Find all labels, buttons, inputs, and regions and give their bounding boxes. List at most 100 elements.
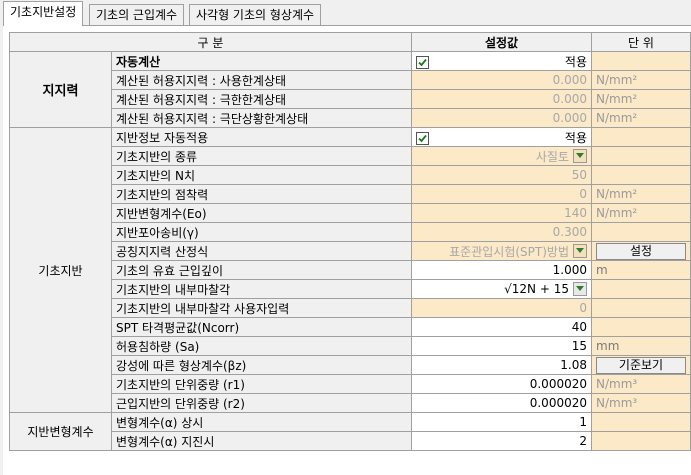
unit-cell: N/mm²: [591, 184, 691, 204]
row-label: 기초지반의 종류: [111, 146, 412, 166]
ground-auto-text: 적용: [564, 130, 587, 145]
header-value: 설정값: [411, 32, 592, 52]
dropdown-arrow-icon[interactable]: [573, 149, 587, 163]
unit-cell: [591, 146, 691, 166]
value-cell: 50: [411, 165, 592, 185]
settings-grid: 구 분 설정값 단 위 지지력 자동계산 적용 계산된 허용지지력 : 사용한계…: [9, 32, 691, 451]
view-standard-button[interactable]: 기준보기: [596, 356, 686, 374]
value-cell: 0.300: [411, 222, 592, 242]
table-row: 계산된 허용지지력 : 사용한계상태 0.000 N/mm²: [10, 70, 691, 90]
row-label: 지반포아송비(γ): [111, 222, 412, 242]
unit-cell: [591, 222, 691, 242]
tab-foundation-settings[interactable]: 기초지반설정: [3, 1, 84, 26]
settings-panel: 구 분 설정값 단 위 지지력 자동계산 적용 계산된 허용지지력 : 사용한계…: [3, 25, 691, 475]
unit-cell: [591, 165, 691, 185]
ground-auto-checkbox[interactable]: [416, 131, 429, 145]
group-deform: 지반변형계수: [9, 412, 112, 451]
row-label: 변형계수(α) 지진시: [111, 431, 412, 451]
table-row: 변형계수(α) 지진시 2: [10, 431, 691, 451]
table-row: 기초지반의 종류 사질토: [10, 146, 691, 166]
tab-bar: 기초지반설정 기초의 근입계수 사각형 기초의 형상계수: [0, 0, 691, 26]
unit-cell: N/mm³: [591, 374, 691, 394]
row-label: 강성에 따른 형상계수(βz): [111, 355, 412, 375]
check-icon: [418, 58, 427, 66]
row-label: 기초의 유효 근입깊이: [111, 260, 412, 280]
table-row: 기초지반의 점착력 0 N/mm²: [10, 184, 691, 204]
row-label: 기초지반의 단위중량 (r1): [111, 374, 412, 394]
method-select[interactable]: 표준관입시험(SPT)방법: [411, 241, 592, 261]
tab-shape-factor[interactable]: 사각형 기초의 형상계수: [189, 4, 322, 25]
table-row: 기초지반의 단위중량 (r1) 0.000020 N/mm³: [10, 374, 691, 394]
row-label: 기초지반의 점착력: [111, 184, 412, 204]
sa-input[interactable]: 15: [411, 336, 592, 356]
row-label: 지반변형계수(Eo): [111, 203, 412, 223]
table-row: 계산된 허용지지력 : 극한한계상태 0.000 N/mm²: [10, 89, 691, 109]
unit-cell: [591, 431, 691, 451]
table-row: 강성에 따른 형상계수(βz) 1.08 기준보기: [10, 355, 691, 375]
auto-calc-cell[interactable]: 적용: [411, 51, 592, 71]
table-row: 기초지반 지반정보 자동적용 적용: [9, 127, 691, 413]
dropdown-arrow-icon[interactable]: [573, 282, 587, 296]
table-row: 기초지반의 내부마찰각 사용자입력 0: [10, 298, 691, 318]
unit-cell: [591, 127, 691, 147]
header-unit: 단 위: [591, 32, 691, 52]
table-row: 기초의 유효 근입깊이 1.000 m: [10, 260, 691, 280]
row-label: 계산된 허용지지력 : 사용한계상태: [111, 70, 412, 90]
table-row: 허용침하량 (Sa) 15 mm: [10, 336, 691, 356]
row-label: 공칭지지력 산정식: [111, 241, 412, 261]
group-bearing: 지지력: [9, 51, 112, 128]
r2-input[interactable]: 0.000020: [411, 393, 592, 413]
unit-cell: N/mm²: [591, 203, 691, 223]
table-row: 지반포아송비(γ) 0.300: [10, 222, 691, 242]
ncorr-input[interactable]: 40: [411, 317, 592, 337]
soil-type-select[interactable]: 사질토: [411, 146, 592, 166]
auto-calc-text: 적용: [564, 54, 587, 69]
alpha-quake-input[interactable]: 2: [411, 431, 592, 451]
unit-cell: N/mm²: [591, 89, 691, 109]
r1-input[interactable]: 0.000020: [411, 374, 592, 394]
value-cell: 0.000: [411, 70, 592, 90]
row-label: 기초지반의 N치: [111, 165, 412, 185]
row-label: 허용침하량 (Sa): [111, 336, 412, 356]
unit-cell: [591, 412, 691, 432]
unit-cell: N/mm²: [591, 70, 691, 90]
value-cell: 0.000: [411, 89, 592, 109]
unit-cell: [591, 317, 691, 337]
friction-value: √12N + 15: [504, 282, 569, 296]
value-cell: 0.000: [411, 108, 592, 128]
table-row: 근입지반의 단위중량 (r2) 0.000020 N/mm³: [10, 393, 691, 413]
table-row: 계산된 허용지지력 : 극단상황한계상태 0.000 N/mm²: [10, 108, 691, 128]
row-label: 계산된 허용지지력 : 극한한계상태: [111, 89, 412, 109]
method-button-cell: 설정: [591, 241, 691, 261]
auto-calc-checkbox[interactable]: [416, 55, 429, 69]
ground-auto-cell[interactable]: 적용: [411, 127, 592, 147]
bz-button-cell: 기준보기: [591, 355, 691, 375]
row-label: SPT 타격평균값(Ncorr): [111, 317, 412, 337]
unit-cell: N/mm³: [591, 393, 691, 413]
group-foundation: 기초지반: [9, 127, 112, 413]
unit-cell: [591, 298, 691, 318]
value-cell: 0: [411, 184, 592, 204]
check-icon: [418, 134, 427, 142]
unit-cell: [591, 279, 691, 299]
row-label: 기초지반의 내부마찰각: [111, 279, 412, 299]
settings-button[interactable]: 설정: [596, 242, 686, 260]
depth-input[interactable]: 1.000: [411, 260, 592, 280]
soil-type-value: 사질토: [535, 149, 569, 164]
row-label: 지반정보 자동적용: [111, 127, 412, 147]
header-category: 구 분: [9, 32, 412, 52]
value-cell: 0: [411, 298, 592, 318]
row-label: 변형계수(α) 상시: [111, 412, 412, 432]
header-row: 구 분 설정값 단 위: [9, 32, 691, 52]
dropdown-arrow-icon[interactable]: [573, 244, 587, 258]
friction-select[interactable]: √12N + 15: [411, 279, 592, 299]
unit-cell: [591, 51, 691, 71]
table-row: 지반변형계수(Eo) 140 N/mm²: [10, 203, 691, 223]
table-row: 기초지반의 내부마찰각 √12N + 15: [10, 279, 691, 299]
tab-embedment-factor[interactable]: 기초의 근입계수: [89, 4, 185, 25]
value-cell: 140: [411, 203, 592, 223]
row-label: 자동계산: [111, 51, 412, 71]
unit-cell: m: [591, 260, 691, 280]
bz-input[interactable]: 1.08: [411, 355, 592, 375]
alpha-normal-input[interactable]: 1: [411, 412, 592, 432]
